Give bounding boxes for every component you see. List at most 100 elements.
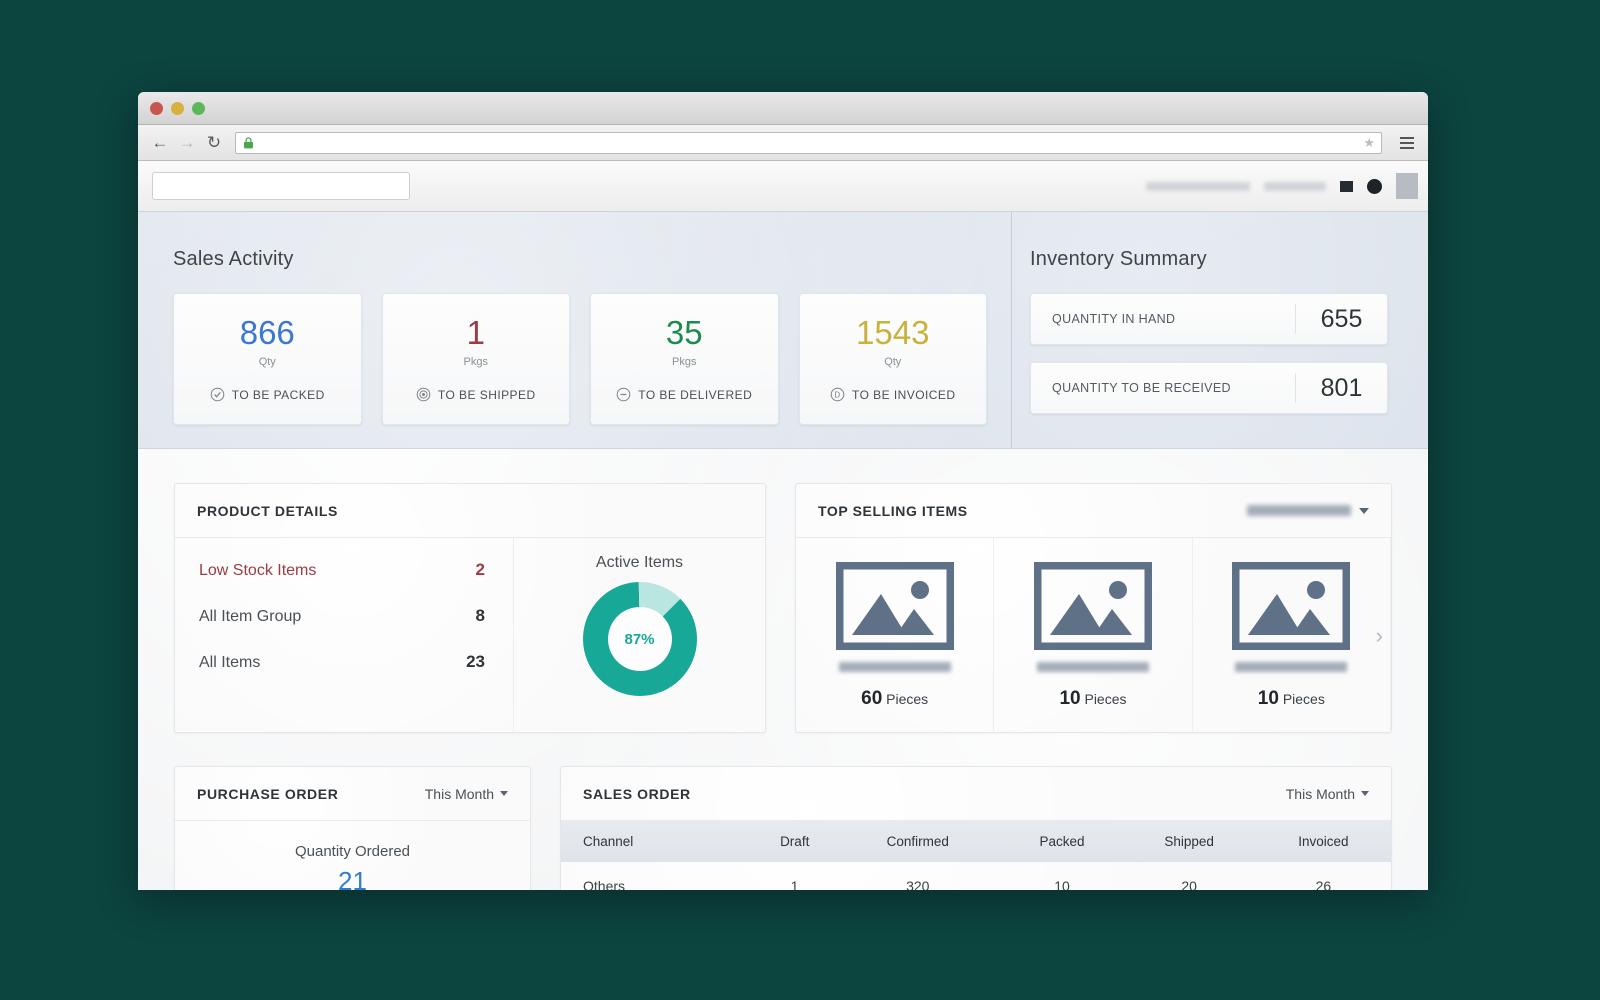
inventory-row-value: 655 xyxy=(1295,304,1387,334)
product-row-all-item-group[interactable]: All Item Group 8 xyxy=(199,606,485,626)
purchase-order-metric-label: Quantity Ordered xyxy=(295,843,410,860)
product-row-value: 2 xyxy=(476,560,485,580)
column-header-packed[interactable]: Packed xyxy=(1001,821,1122,862)
minimize-window-button[interactable] xyxy=(171,102,184,115)
product-details-title: PRODUCT DETAILS xyxy=(197,503,338,519)
lock-icon xyxy=(242,136,255,149)
cell-channel: Others xyxy=(561,862,755,890)
top-selling-item-qty-unit: Pieces xyxy=(886,691,928,707)
sales-order-header: SALES ORDER This Month xyxy=(561,767,1391,821)
app-toolbar-actions xyxy=(1146,161,1418,211)
reload-icon[interactable]: ↻ xyxy=(202,131,226,155)
top-selling-item[interactable]: 10 Pieces xyxy=(1193,538,1391,733)
activity-label-row: TO BE DELIVERED xyxy=(616,387,752,402)
zoom-window-button[interactable] xyxy=(192,102,205,115)
top-selling-item[interactable]: 10 Pieces xyxy=(994,538,1192,733)
close-window-button[interactable] xyxy=(150,102,163,115)
purchase-order-header: PURCHASE ORDER This Month xyxy=(175,767,530,821)
inventory-row-value: 801 xyxy=(1295,373,1387,403)
activity-unit: Qty xyxy=(259,356,276,368)
top-selling-header: TOP SELLING ITEMS xyxy=(796,484,1391,538)
image-placeholder-icon xyxy=(1034,562,1152,650)
activity-value: 1 xyxy=(467,316,485,349)
grid-icon[interactable] xyxy=(1340,181,1353,192)
column-header-channel[interactable]: Channel xyxy=(561,821,755,862)
target-circle-icon xyxy=(416,387,431,402)
activity-label: TO BE SHIPPED xyxy=(438,388,536,402)
activity-card-to-be-packed[interactable]: 866 Qty TO BE PACKED xyxy=(173,293,362,425)
activity-cards: 866 Qty TO BE PACKED xyxy=(173,293,987,425)
product-row-label: All Item Group xyxy=(199,608,301,626)
top-selling-item-qty: 10 Pieces xyxy=(1059,688,1126,710)
top-selling-item[interactable]: 60 Pieces xyxy=(796,538,994,733)
donut-chart: 87% xyxy=(582,581,698,697)
purchase-order-period-dropdown[interactable]: This Month xyxy=(425,786,508,802)
top-selling-title: TOP SELLING ITEMS xyxy=(818,503,968,519)
bookmark-star-icon[interactable]: ★ xyxy=(1363,135,1375,151)
activity-card-to-be-invoiced[interactable]: 1543 Qty D TO BE INVOICED xyxy=(799,293,988,425)
top-selling-item-qty-value: 60 xyxy=(861,688,882,709)
inventory-row-quantity-in-hand[interactable]: QUANTITY IN HAND 655 xyxy=(1030,293,1388,345)
back-arrow-icon[interactable]: ← xyxy=(148,131,172,155)
product-row-low-stock-items[interactable]: Low Stock Items 2 xyxy=(199,560,485,580)
sales-order-title: SALES ORDER xyxy=(583,786,691,802)
chevron-right-icon[interactable]: › xyxy=(1376,625,1383,647)
table-header-row: Channel Draft Confirmed Packed Shipped I… xyxy=(561,821,1391,862)
chevron-down-icon xyxy=(500,791,508,796)
purchase-order-body: Quantity Ordered 21 xyxy=(175,821,530,890)
column-header-draft[interactable]: Draft xyxy=(755,821,834,862)
product-row-all-items[interactable]: All Items 23 xyxy=(199,652,485,672)
cell-confirmed: 320 xyxy=(834,862,1001,890)
top-selling-items-card: TOP SELLING ITEMS xyxy=(795,483,1392,733)
cell-draft: 1 xyxy=(755,862,834,890)
activity-value: 35 xyxy=(666,316,703,349)
activity-label: TO BE INVOICED xyxy=(852,388,955,402)
activity-card-to-be-delivered[interactable]: 35 Pkgs TO BE DELIVERED xyxy=(590,293,779,425)
cell-shipped: 20 xyxy=(1123,862,1256,890)
product-row-label: All Items xyxy=(199,654,260,672)
top-selling-item-qty-unit: Pieces xyxy=(1084,691,1126,707)
image-placeholder-icon xyxy=(1232,562,1350,650)
top-selling-period-dropdown[interactable] xyxy=(1247,505,1369,516)
top-selling-item-qty-unit: Pieces xyxy=(1283,691,1325,707)
activity-card-to-be-shipped[interactable]: 1 Pkgs TO BE SHIPPED xyxy=(382,293,571,425)
middle-row: PRODUCT DETAILS Low Stock Items 2 All It… xyxy=(138,449,1428,733)
sales-order-card: SALES ORDER This Month Channel Draft Con… xyxy=(560,766,1392,890)
purchase-order-metric-value: 21 xyxy=(338,866,367,890)
activity-label-row: TO BE SHIPPED xyxy=(416,387,536,402)
search-input[interactable] xyxy=(152,172,410,200)
inventory-row-label: QUANTITY TO BE RECEIVED xyxy=(1031,381,1295,395)
toolbar-blurred-label-1 xyxy=(1146,182,1250,191)
column-header-confirmed[interactable]: Confirmed xyxy=(834,821,1001,862)
sales-order-table: Channel Draft Confirmed Packed Shipped I… xyxy=(561,821,1391,890)
activity-label: TO BE DELIVERED xyxy=(638,388,752,402)
top-selling-item-name xyxy=(1235,662,1347,672)
activity-label: TO BE PACKED xyxy=(232,388,325,402)
sales-order-period-value: This Month xyxy=(1286,786,1355,802)
top-selling-item-qty-value: 10 xyxy=(1059,688,1080,709)
svg-text:D: D xyxy=(834,391,840,400)
product-details-header: PRODUCT DETAILS xyxy=(175,484,765,538)
sales-activity-panel: Sales Activity 866 Qty TO xyxy=(138,212,1012,448)
product-row-value: 8 xyxy=(476,606,485,626)
avatar[interactable] xyxy=(1396,173,1418,199)
hamburger-menu-icon[interactable] xyxy=(1396,132,1418,154)
column-header-invoiced[interactable]: Invoiced xyxy=(1256,821,1391,862)
forward-arrow-icon[interactable]: → xyxy=(175,131,199,155)
sales-activity-title: Sales Activity xyxy=(173,248,987,271)
purchase-order-card: PURCHASE ORDER This Month Quantity Order… xyxy=(174,766,531,890)
image-placeholder-icon xyxy=(836,562,954,650)
minus-circle-icon xyxy=(616,387,631,402)
top-selling-item-name xyxy=(839,662,951,672)
profile-icon[interactable] xyxy=(1367,179,1382,194)
activity-label-row: TO BE PACKED xyxy=(210,387,325,402)
table-row[interactable]: Others 1 320 10 20 26 xyxy=(561,862,1391,890)
purchase-order-period-value: This Month xyxy=(425,786,494,802)
top-selling-items-list: 60 Pieces xyxy=(796,538,1391,733)
address-bar[interactable]: ★ xyxy=(235,132,1382,154)
activity-value: 1543 xyxy=(856,316,929,349)
column-header-shipped[interactable]: Shipped xyxy=(1123,821,1256,862)
inventory-summary-panel: Inventory Summary QUANTITY IN HAND 655 Q… xyxy=(1012,212,1428,448)
inventory-row-quantity-to-be-received[interactable]: QUANTITY TO BE RECEIVED 801 xyxy=(1030,362,1388,414)
sales-order-period-dropdown[interactable]: This Month xyxy=(1286,786,1369,802)
